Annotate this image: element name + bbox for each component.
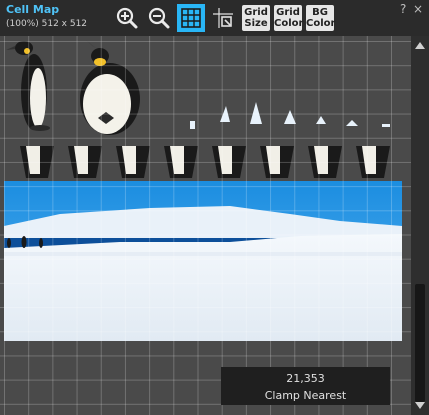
panel-title: Cell Map [6,3,60,16]
penguin-frames-row [20,146,390,178]
sampling-mode: Clamp Nearest [264,389,347,402]
cell-map-canvas[interactable] [0,36,411,415]
antarctic-background [4,181,402,341]
scroll-up-icon[interactable] [415,42,425,49]
close-button[interactable]: × [413,2,423,16]
status-overlay: 21,353 Clamp Nearest [221,367,390,405]
bg-color-label-2: Color [306,18,336,29]
grid-icon [181,8,201,28]
grid-color-label-2: Color [274,18,304,29]
grid-size-button[interactable]: Grid Size [242,5,270,31]
panel-header: Cell Map (100%) 512 x 512 Grid Size Grid… [0,0,429,36]
scroll-down-icon[interactable] [415,402,425,409]
fit-button[interactable] [209,4,237,32]
texture-atlas [4,40,402,341]
zoom-size-info: (100%) 512 x 512 [6,19,88,29]
grid-color-label-1: Grid [276,7,300,18]
help-button[interactable]: ? [400,2,406,16]
scroll-thumb[interactable] [415,284,425,402]
grid-color-button[interactable]: Grid Color [274,5,304,31]
zoom-out-icon [148,7,170,29]
grid-size-label-2: Size [244,18,268,29]
zoom-in-icon [116,7,138,29]
cursor-coordinates: 21,353 [286,372,325,385]
splash-sprites [190,102,390,129]
penguin-sprite [80,40,140,135]
bg-color-button[interactable]: BG Color [306,5,336,31]
zoom-out-button[interactable] [145,4,173,32]
grid-size-label-1: Grid [244,7,268,18]
zoom-in-button[interactable] [113,4,141,32]
penguin-sprite [6,41,50,131]
vertical-scrollbar[interactable] [411,36,429,415]
bg-color-label-1: BG [312,7,328,18]
fit-icon [213,8,233,28]
grid-toggle-button[interactable] [177,4,205,32]
